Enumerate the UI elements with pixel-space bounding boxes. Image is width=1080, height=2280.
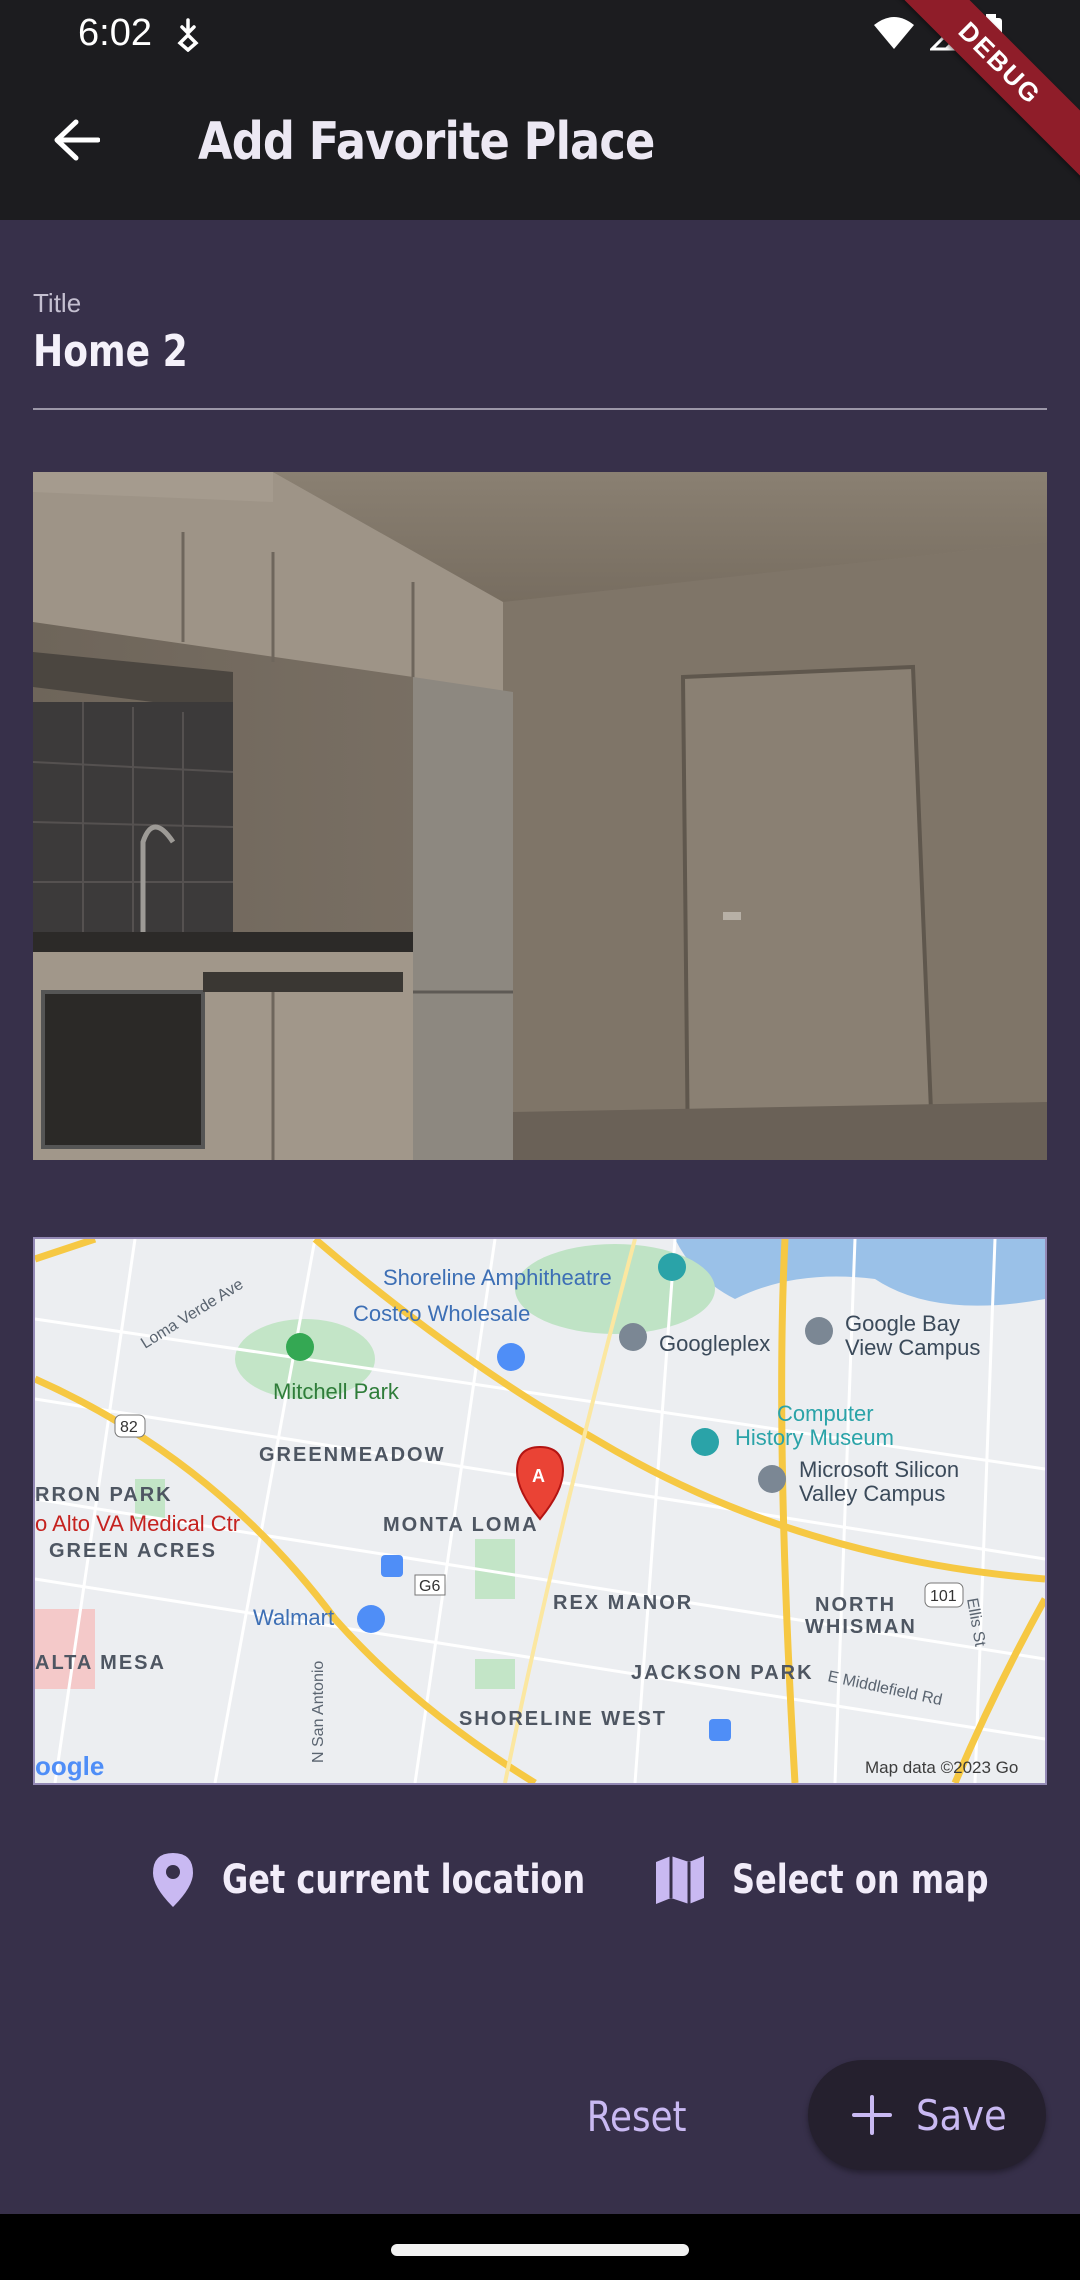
map-icon [656, 1856, 704, 1904]
map-label-google-bay-1: Google Bay [845, 1311, 960, 1336]
map-label-alta-mesa: ALTA MESA [35, 1652, 166, 1674]
wifi-icon [874, 17, 914, 49]
reset-label: Reset [587, 2091, 687, 2141]
map-label-greenmeadow: GREENMEADOW [259, 1444, 445, 1466]
location-pin-icon [153, 1853, 193, 1907]
map-label-mitchell-park: Mitchell Park [273, 1379, 400, 1404]
map-label-shoreline-amphitheatre: Shoreline Amphitheatre [383, 1265, 612, 1290]
map-route-101: 101 [930, 1588, 957, 1605]
select-on-map-label: Select on map [732, 1857, 989, 1903]
status-time: 6:02 [78, 12, 152, 54]
arrow-back-icon [54, 119, 100, 161]
back-button[interactable] [40, 104, 112, 176]
map-label-jackson-park: JACKSON PARK [631, 1662, 814, 1684]
map-label-microsoft-1: Microsoft Silicon [799, 1457, 959, 1482]
title-field-label: Title [33, 288, 82, 318]
title-field-value[interactable]: Home 2 [33, 326, 188, 377]
map-label-computer-1: Computer [777, 1401, 874, 1426]
location-map-preview[interactable]: Shoreline Amphitheatre Costco Wholesale … [33, 1237, 1047, 1785]
map-label-google-bay-2: View Campus [845, 1335, 980, 1360]
map-label-costco: Costco Wholesale [353, 1301, 530, 1326]
location-actions: Get current location Select on map [0, 1840, 1080, 1920]
kitchen-photo [33, 472, 1047, 1160]
map-label-va-medical: o Alto VA Medical Ctr [35, 1511, 240, 1536]
map-data-credit: Map data ©2023 Go [865, 1758, 1018, 1777]
map-label-walmart: Walmart [253, 1605, 334, 1630]
map-image: Shoreline Amphitheatre Costco Wholesale … [35, 1239, 1045, 1783]
reset-button[interactable]: Reset [570, 2076, 704, 2156]
map-route-g6: G6 [419, 1578, 440, 1595]
plus-icon [852, 2095, 892, 2135]
download-status-icon [177, 18, 199, 52]
map-label-shoreline-west: SHORELINE WEST [459, 1708, 667, 1730]
map-label-north-1: NORTH [815, 1594, 896, 1616]
save-button[interactable]: Save [808, 2060, 1046, 2170]
page-title: Add Favorite Place [198, 112, 655, 172]
map-label-rex-manor: REX MANOR [553, 1592, 693, 1614]
home-gesture-handle[interactable] [391, 2244, 689, 2256]
map-label-computer-2: History Museum [735, 1425, 894, 1450]
map-label-green-acres: GREEN ACRES [49, 1540, 217, 1562]
map-marker-label: A [532, 1466, 545, 1486]
system-nav-bar [0, 2214, 1080, 2280]
select-on-map-button[interactable]: Select on map [654, 1850, 1053, 1910]
get-current-location-label: Get current location [222, 1857, 586, 1903]
get-current-location-button[interactable]: Get current location [150, 1850, 676, 1910]
title-field[interactable]: Title Home 2 [33, 280, 1047, 410]
map-label-rron-park: RRON PARK [35, 1484, 173, 1506]
map-route-82: 82 [120, 1419, 138, 1436]
map-label-north-2: WHISMAN [805, 1616, 917, 1638]
app-bar: Add Favorite Place [0, 72, 1080, 220]
map-google-logo: oogle [35, 1751, 104, 1781]
save-label: Save [916, 2090, 1007, 2140]
place-photo[interactable] [33, 472, 1047, 1160]
map-label-microsoft-2: Valley Campus [799, 1481, 945, 1506]
map-label-n-san-antonio: N San Antonio [310, 1661, 327, 1763]
map-label-monta-loma: MONTA LOMA [383, 1514, 539, 1536]
map-label-googleplex: Googleplex [659, 1331, 770, 1356]
